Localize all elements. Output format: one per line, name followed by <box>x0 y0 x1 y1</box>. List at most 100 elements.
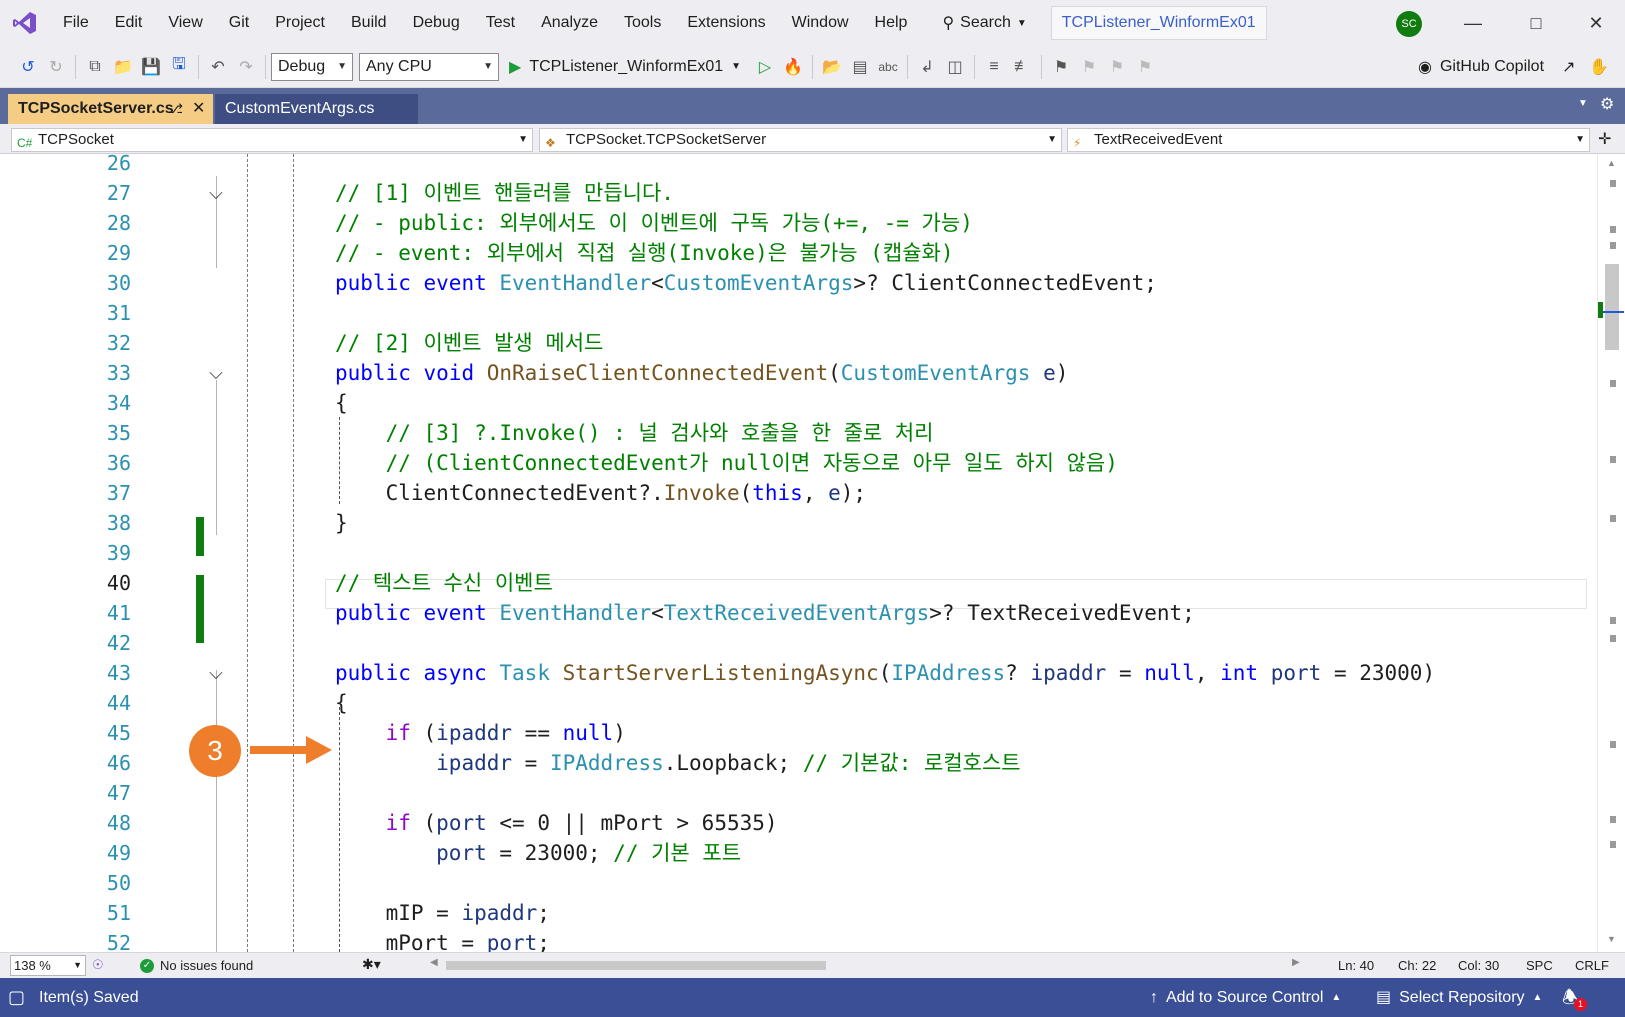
menu-item-build[interactable]: Build <box>338 0 400 46</box>
code-cleanup-icon[interactable]: ✱▾ <box>362 956 381 973</box>
comment-lines-icon[interactable]: ≡ <box>980 53 1008 81</box>
undo-icon[interactable]: ↶ <box>204 53 232 81</box>
zoom-dropdown[interactable]: 138 % ▼ <box>10 955 86 976</box>
code-line[interactable]: 43 ⌵ public async Task StartServerListenin… <box>0 658 1597 688</box>
scroll-left-icon[interactable]: ◀ <box>430 957 438 968</box>
add-to-source-control-button[interactable]: ↑ Add to Source Control ▲ <box>1150 978 1341 1017</box>
code-line[interactable]: 39 <box>0 538 1597 568</box>
avatar[interactable]: SC <box>1396 11 1422 37</box>
code-line[interactable]: 32 // [2] 이벤트 발생 메서드 <box>0 328 1597 358</box>
code-line[interactable]: 36 // (ClientConnectedEvent가 null이면 자동으로… <box>0 448 1597 478</box>
select-repository-button[interactable]: ▤ Select Repository ▲ <box>1376 978 1542 1017</box>
member-dropdown[interactable]: ⚡ TextReceivedEvent ▼ <box>1067 128 1590 152</box>
menu-item-git[interactable]: Git <box>216 0 262 46</box>
split-editor-icon[interactable]: ✛ <box>1598 129 1611 149</box>
minimize-button[interactable]: — <box>1445 0 1501 46</box>
github-copilot-button[interactable]: ◉ GitHub Copilot ↗ ✋ <box>1418 46 1609 88</box>
code-line[interactable]: 49 port = 23000; // 기본 포트 <box>0 838 1597 868</box>
menu-item-analyze[interactable]: Analyze <box>528 0 611 46</box>
platform-dropdown[interactable]: Any CPU ▼ <box>359 52 499 81</box>
whitespace-indicator[interactable]: SPC <box>1526 953 1553 979</box>
code-line[interactable]: 33 ⌵ public void OnRaiseClientConnectedEve… <box>0 358 1597 388</box>
close-icon[interactable]: ✕ <box>192 94 205 124</box>
column-indicator[interactable]: Col: 30 <box>1458 953 1499 979</box>
notifications-button[interactable]: 🕭 1 <box>1562 978 1587 1017</box>
start-debugging-button[interactable]: ▶ TCPListener_WinformEx01 ▼ <box>509 57 741 77</box>
window-layout-icon[interactable]: ▤ <box>846 53 874 81</box>
menu-item-debug[interactable]: Debug <box>400 0 473 46</box>
scrollbar-thumb[interactable] <box>446 961 826 970</box>
save-icon[interactable]: 💾 <box>137 53 165 81</box>
pin-icon[interactable]: ⎇ <box>168 94 183 124</box>
code-line[interactable]: 40 // 텍스트 수신 이벤트 <box>0 568 1597 598</box>
fold-chevron-icon[interactable]: ⌵ <box>209 178 223 208</box>
open-folder-icon[interactable]: 📁 <box>109 53 137 81</box>
bookmark-icon[interactable]: ⚑ <box>1047 53 1075 81</box>
horizontal-scrollbar[interactable] <box>446 961 1272 970</box>
menu-item-window[interactable]: Window <box>779 0 862 46</box>
navigate-back-icon[interactable]: ↺ <box>14 53 42 81</box>
fold-chevron-icon[interactable]: ⌵ <box>209 658 223 688</box>
clear-bookmarks-icon[interactable]: ⚑ <box>1131 53 1159 81</box>
hot-reload-icon[interactable]: 🔥 <box>779 53 807 81</box>
configuration-dropdown[interactable]: Debug ▼ <box>271 52 353 81</box>
menu-item-help[interactable]: Help <box>862 0 921 46</box>
code-line[interactable]: 31 <box>0 298 1597 328</box>
solution-explorer-icon[interactable]: 📂 <box>818 53 846 81</box>
redo-icon[interactable]: ↷ <box>232 53 260 81</box>
compare-icon[interactable]: ◫ <box>941 53 969 81</box>
code-line[interactable]: 37 ClientConnectedEvent?.Invoke(this, e)… <box>0 478 1597 508</box>
start-without-debugging-icon[interactable]: ▷ <box>751 53 779 81</box>
search-box[interactable]: ⚲ Search ▼ <box>932 0 1036 46</box>
visual-studio-logo-icon[interactable] <box>0 0 50 46</box>
close-window-button[interactable]: ✕ <box>1568 0 1624 46</box>
scroll-up-icon[interactable]: ▲ <box>1607 158 1616 168</box>
tab-tcpsocketserver[interactable]: TCPSocketServer.cs ⎇ ✕ <box>8 94 213 124</box>
code-line[interactable]: 48 if (port <= 0 || mPort > 65535) <box>0 808 1597 838</box>
line-ending-indicator[interactable]: CRLF <box>1575 953 1609 979</box>
code-line[interactable]: 26 <box>0 154 1597 178</box>
char-indicator[interactable]: Ch: 22 <box>1398 953 1436 979</box>
code-line[interactable]: 30 public event EventHandler<CustomEventA… <box>0 268 1597 298</box>
code-line[interactable]: 42 <box>0 628 1597 658</box>
uncomment-lines-icon[interactable]: ≢ <box>1008 53 1036 81</box>
share-icon[interactable]: ↗ <box>1562 57 1575 77</box>
code-line[interactable]: 34 { <box>0 388 1597 418</box>
scroll-right-icon[interactable]: ▶ <box>1292 957 1300 968</box>
menu-item-tools[interactable]: Tools <box>611 0 674 46</box>
code-line[interactable]: 44 { <box>0 688 1597 718</box>
tab-list-dropdown-icon[interactable]: ▼ <box>1578 98 1588 109</box>
code-line[interactable]: 47 <box>0 778 1597 808</box>
code-line[interactable]: 29 // - event: 외부에서 직접 실행(Invoke)은 불가능 (캡… <box>0 238 1597 268</box>
tab-customeventargs[interactable]: CustomEventArgs.cs <box>215 94 418 124</box>
menu-item-edit[interactable]: Edit <box>102 0 156 46</box>
code-line[interactable]: 41 public event EventHandler<TextReceived… <box>0 598 1597 628</box>
new-project-icon[interactable]: ⧉ <box>81 53 109 81</box>
type-dropdown[interactable]: ❖ TCPSocket.TCPSocketServer ▼ <box>539 128 1062 152</box>
menu-item-extensions[interactable]: Extensions <box>674 0 778 46</box>
code-line[interactable]: 38} <box>0 508 1597 538</box>
navigate-forward-icon[interactable]: ↻ <box>42 53 70 81</box>
previous-bookmark-icon[interactable]: ⚑ <box>1075 53 1103 81</box>
menu-item-project[interactable]: Project <box>262 0 338 46</box>
scrollbar-thumb[interactable] <box>1605 264 1619 350</box>
copilot-status-icon[interactable]: ☉ <box>92 957 104 973</box>
code-line[interactable]: 27 ⌵ // [1] 이벤트 핸들러를 만듭니다. <box>0 178 1597 208</box>
vertical-scrollbar[interactable]: ▲ ▼ <box>1597 154 1625 952</box>
code-editor[interactable]: 26 27 ⌵ // [1] 이벤트 핸들러를 만듭니다. 28 // - public:… <box>0 154 1597 952</box>
menu-item-file[interactable]: File <box>50 0 102 46</box>
code-line[interactable]: 28 // - public: 외부에서도 이 이벤트에 구독 가능(+=, -=… <box>0 208 1597 238</box>
code-line[interactable]: 51 mIP = ipaddr; <box>0 898 1597 928</box>
feedback-icon[interactable]: ✋ <box>1589 57 1609 77</box>
code-line[interactable]: 35 // [3] ?.Invoke() : 널 검사와 호출을 한 줄로 처리 <box>0 418 1597 448</box>
line-number-indicator[interactable]: Ln: 40 <box>1338 953 1374 979</box>
code-line[interactable]: 50 <box>0 868 1597 898</box>
code-line[interactable]: 52 mPort = port; <box>0 928 1597 952</box>
step-into-icon[interactable]: ↲ <box>913 53 941 81</box>
menu-item-test[interactable]: Test <box>473 0 528 46</box>
issues-indicator[interactable]: ✓ No issues found <box>140 953 253 979</box>
menu-item-view[interactable]: View <box>155 0 215 46</box>
scroll-down-icon[interactable]: ▼ <box>1607 934 1616 944</box>
fold-chevron-icon[interactable]: ⌵ <box>209 358 223 388</box>
project-dropdown[interactable]: C# TCPSocket ▼ <box>11 128 533 152</box>
